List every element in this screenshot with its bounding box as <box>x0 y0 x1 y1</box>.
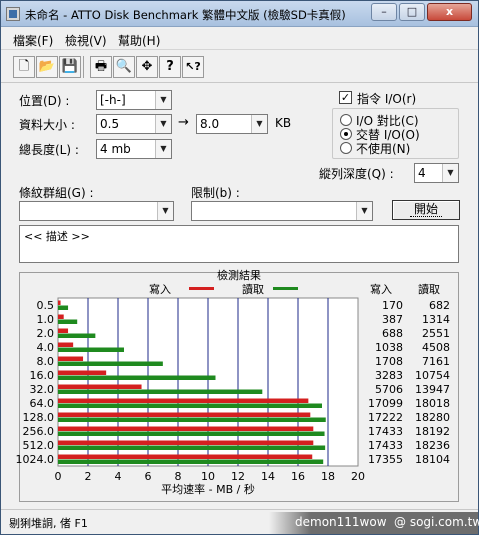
write-column-header: 寫入 <box>370 282 392 296</box>
write-value-label: 170 <box>382 299 403 312</box>
write-value-label: 17433 <box>368 439 403 452</box>
write-value-label: 17099 <box>368 397 403 410</box>
y-category-label: 1.0 <box>37 313 55 326</box>
write-value-label: 3283 <box>375 369 403 382</box>
y-category-label: 8.0 <box>37 355 55 368</box>
read-value-label: 18104 <box>415 453 450 466</box>
write-value-label: 1038 <box>375 341 403 354</box>
y-category-label: 256.0 <box>23 425 55 438</box>
y-category-label: 1024.0 <box>16 453 55 466</box>
read-value-label: 18280 <box>415 411 450 424</box>
write-bar <box>58 454 313 459</box>
write-bar <box>58 300 61 305</box>
write-value-label: 688 <box>382 327 403 340</box>
read-bar <box>58 347 124 352</box>
read-bar <box>58 375 216 380</box>
write-bar <box>58 426 314 431</box>
write-bar <box>58 356 84 361</box>
read-value-label: 2551 <box>422 327 450 340</box>
read-value-label: 13947 <box>415 383 450 396</box>
write-legend-swatch <box>189 287 214 290</box>
write-legend-label: 寫入 <box>149 282 171 296</box>
write-value-label: 1708 <box>375 355 403 368</box>
read-bar <box>58 319 78 324</box>
read-bar <box>58 333 96 338</box>
y-category-label: 128.0 <box>23 411 55 424</box>
watermark-site: @ sogi.com.tw <box>394 515 479 529</box>
x-tick-label: 8 <box>175 470 182 483</box>
read-bar <box>58 305 69 310</box>
chart-title: 檢測結果 <box>217 268 261 282</box>
read-value-label: 4508 <box>422 341 450 354</box>
write-bar <box>58 314 64 319</box>
y-category-label: 512.0 <box>23 439 55 452</box>
x-tick-label: 2 <box>85 470 92 483</box>
app-window: 未命名 - ATTO Disk Benchmark 繁體中文版 (檢驗SD卡真假… <box>0 0 479 535</box>
write-value-label: 17433 <box>368 425 403 438</box>
read-value-label: 7161 <box>422 355 450 368</box>
write-bar <box>58 370 107 375</box>
write-value-label: 17222 <box>368 411 403 424</box>
read-column-header: 讀取 <box>418 282 440 296</box>
x-tick-label: 4 <box>115 470 122 483</box>
write-value-label: 5706 <box>375 383 403 396</box>
y-category-label: 4.0 <box>37 341 55 354</box>
watermark-author: demon111wow <box>295 515 387 529</box>
x-tick-label: 10 <box>201 470 215 483</box>
read-legend-swatch <box>273 287 298 290</box>
read-bar <box>58 431 325 436</box>
x-tick-label: 6 <box>145 470 152 483</box>
read-bar <box>58 459 324 464</box>
read-value-label: 18018 <box>415 397 450 410</box>
x-axis-label: 平均速率 - MB / 秒 <box>161 482 255 496</box>
y-category-label: 64.0 <box>30 397 55 410</box>
read-bar <box>58 403 322 408</box>
x-tick-label: 0 <box>55 470 62 483</box>
x-tick-label: 18 <box>321 470 335 483</box>
write-value-label: 387 <box>382 313 403 326</box>
write-bar <box>58 384 142 389</box>
y-category-label: 0.5 <box>37 299 55 312</box>
status-text: 剔猁堆詷, 偖 F1 <box>9 517 88 530</box>
y-category-label: 32.0 <box>30 383 55 396</box>
read-value-label: 10754 <box>415 369 450 382</box>
x-tick-label: 20 <box>351 470 365 483</box>
x-tick-label: 12 <box>231 470 245 483</box>
read-value-label: 682 <box>429 299 450 312</box>
read-legend-label: 讀取 <box>242 282 264 296</box>
write-bar <box>58 342 74 347</box>
x-tick-label: 14 <box>261 470 275 483</box>
read-value-label: 1314 <box>422 313 450 326</box>
y-category-label: 16.0 <box>30 369 55 382</box>
write-value-label: 17355 <box>368 453 403 466</box>
read-value-label: 18192 <box>415 425 450 438</box>
read-bar <box>58 417 326 422</box>
write-bar <box>58 328 69 333</box>
y-category-label: 2.0 <box>37 327 55 340</box>
read-bar <box>58 389 263 394</box>
x-tick-label: 16 <box>291 470 305 483</box>
write-bar <box>58 412 311 417</box>
read-value-label: 18236 <box>415 439 450 452</box>
read-bar <box>58 445 326 450</box>
write-bar <box>58 398 309 403</box>
read-bar <box>58 361 163 366</box>
results-chart: 檢測結果 寫入 讀取 寫入 讀取 平均速率 - MB / 秒 0 2 4 6 8 10 12… <box>16 268 451 496</box>
write-bar <box>58 440 314 445</box>
